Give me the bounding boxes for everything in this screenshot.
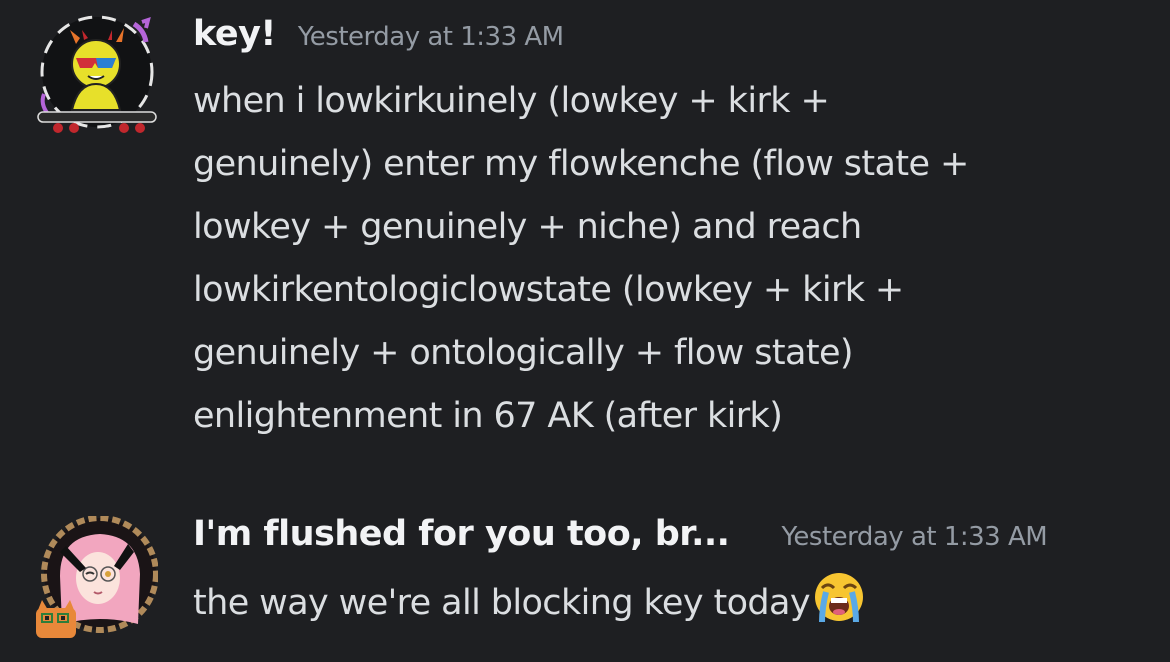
message-2: I'm flushed for you too, br... Yesterday… [0, 500, 1170, 662]
skateboard-character-avatar-icon [37, 15, 157, 133]
avatar-key[interactable] [34, 14, 160, 140]
message-1: key! Yesterday at 1:33 AM when i lowkirk… [0, 0, 1170, 470]
message-line: genuinely) enter my flowkenche (flow sta… [193, 144, 969, 184]
avatar-flushed[interactable] [36, 515, 159, 638]
message-line: lowkirkentologiclowstate (lowkey + kirk … [193, 270, 904, 310]
message-header: I'm flushed for you too, br... Yesterday… [193, 514, 1048, 554]
username[interactable]: key! [193, 14, 276, 54]
pink-hair-girl-cat-avatar-icon [36, 515, 159, 638]
message-text: the way we're all blocking key today [193, 583, 811, 623]
timestamp[interactable]: Yesterday at 1:33 AM [781, 522, 1047, 552]
message-content: when i lowkirkuinely (lowkey + kirk + ge… [193, 70, 1143, 448]
message-line: genuinely + ontologically + flow state) [193, 333, 854, 373]
message-line: enlightenment in 67 AK (after kirk) [193, 396, 783, 436]
loudly-crying-face-emoji-icon [814, 573, 863, 623]
message-line: when i lowkirkuinely (lowkey + kirk + [193, 81, 830, 121]
timestamp[interactable]: Yesterday at 1:33 AM [298, 22, 564, 52]
username[interactable]: I'm flushed for you too, br... [193, 514, 730, 554]
message-header: key! Yesterday at 1:33 AM [193, 14, 564, 54]
message-line: lowkey + genuinely + niche) and reach [193, 207, 862, 247]
message-content: the way we're all blocking key today [193, 570, 1143, 635]
